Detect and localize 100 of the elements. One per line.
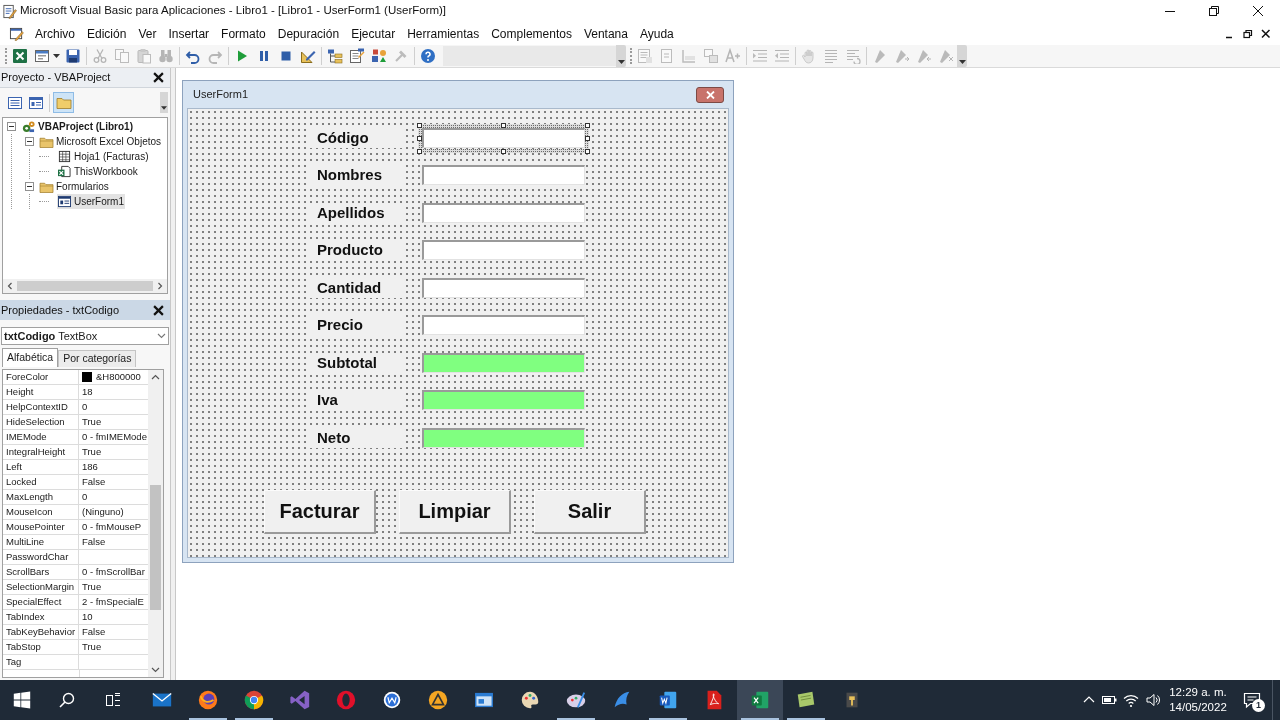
- scrollbar-thumb[interactable]: [150, 485, 161, 610]
- property-value[interactable]: False: [82, 475, 106, 489]
- toolbar-options-button[interactable]: [957, 45, 967, 67]
- command-button[interactable]: Limpiar: [399, 489, 511, 534]
- x-document-icon[interactable]: [749, 689, 771, 711]
- w-circle-icon[interactable]: [381, 689, 403, 711]
- caret-icon[interactable]: [958, 60, 966, 64]
- menu-item[interactable]: Formato: [215, 24, 272, 43]
- text-field[interactable]: [422, 127, 585, 148]
- caret-icon[interactable]: [53, 54, 60, 58]
- close-button[interactable]: [696, 86, 724, 103]
- tree-item[interactable]: Microsoft Excel Objetos: [39, 134, 163, 149]
- help-icon[interactable]: [420, 48, 436, 64]
- restore-icon[interactable]: [1209, 6, 1219, 16]
- toolbar-grip[interactable]: [5, 48, 8, 64]
- property-value[interactable]: &H800000: [96, 370, 141, 384]
- tree-view-icon[interactable]: [327, 48, 343, 64]
- clock-time[interactable]: 12:29 a. m.: [1169, 685, 1227, 700]
- menu-item[interactable]: Ejecutar: [345, 24, 402, 43]
- menu-item[interactable]: Ventana: [577, 24, 634, 43]
- collapse-icon[interactable]: [7, 122, 16, 131]
- menu-item[interactable]: Depuración: [271, 24, 346, 43]
- ruler-pencil-icon[interactable]: [300, 48, 316, 64]
- toolbar-options-button[interactable]: [160, 92, 168, 113]
- close-icon[interactable]: [1253, 6, 1263, 16]
- spreadsheet-icon[interactable]: [12, 48, 28, 64]
- command-button[interactable]: Salir: [534, 489, 646, 534]
- property-value[interactable]: False: [82, 535, 106, 549]
- text-field[interactable]: [422, 165, 585, 186]
- form-edit-icon[interactable]: [9, 26, 24, 41]
- property-value[interactable]: True: [82, 640, 102, 654]
- property-sheet-icon[interactable]: [349, 48, 365, 64]
- vertical-scrollbar[interactable]: [148, 370, 163, 677]
- text-field[interactable]: [422, 202, 585, 223]
- tree-item[interactable]: Hoja1 (Facturas): [57, 149, 150, 164]
- w-document-icon[interactable]: [657, 689, 679, 711]
- start-icon[interactable]: [13, 691, 31, 709]
- property-value[interactable]: 0 - fmScrollBar: [82, 565, 145, 579]
- text-field[interactable]: [422, 390, 585, 411]
- clock-date[interactable]: 14/05/2022: [1169, 700, 1227, 715]
- circle-logo-icon[interactable]: [197, 689, 219, 711]
- caret-icon[interactable]: [617, 60, 625, 64]
- property-value[interactable]: 0: [82, 490, 88, 504]
- ring-icon[interactable]: [335, 689, 357, 711]
- menu-item[interactable]: Archivo: [29, 24, 81, 43]
- property-value[interactable]: True: [82, 415, 102, 429]
- property-value[interactable]: True: [82, 445, 102, 459]
- text-field[interactable]: [422, 277, 585, 298]
- toolbar-options-button[interactable]: [616, 45, 626, 67]
- toolbar-grip[interactable]: [630, 48, 633, 64]
- text-field[interactable]: [422, 315, 585, 336]
- property-value[interactable]: 186: [82, 460, 98, 474]
- property-value[interactable]: 10: [82, 610, 93, 624]
- tab[interactable]: Por categorías: [58, 350, 137, 367]
- property-value[interactable]: 0 - fmIMEMode: [82, 430, 147, 444]
- property-value[interactable]: True: [82, 580, 102, 594]
- menu-item[interactable]: Ver: [132, 24, 163, 43]
- command-button[interactable]: Facturar: [264, 489, 376, 534]
- property-value[interactable]: False: [82, 625, 106, 639]
- menu-item[interactable]: Edición: [81, 24, 133, 43]
- property-value[interactable]: 0: [82, 400, 88, 414]
- palette-icon[interactable]: [519, 689, 541, 711]
- property-value[interactable]: 18: [82, 385, 93, 399]
- form-window-icon[interactable]: [34, 48, 50, 64]
- horizontal-scrollbar[interactable]: [3, 279, 167, 293]
- palette-brush-icon[interactable]: [565, 689, 587, 711]
- menu-item[interactable]: Ayuda: [633, 24, 680, 43]
- tree-item[interactable]: ThisWorkbook: [57, 164, 139, 179]
- shapes-icon[interactable]: [371, 48, 387, 64]
- tab[interactable]: Alfabética: [2, 348, 59, 367]
- scrollbar-thumb[interactable]: [17, 281, 153, 291]
- wifi-icon[interactable]: [1123, 692, 1139, 708]
- tree-item[interactable]: UserForm1: [57, 194, 125, 209]
- property-value[interactable]: 0 - fmMouseP: [82, 520, 142, 534]
- text-field[interactable]: [422, 427, 585, 448]
- undo-icon[interactable]: [185, 48, 201, 64]
- caret-icon[interactable]: [161, 106, 167, 110]
- notification-button[interactable]: 1: [1232, 680, 1272, 720]
- property-value[interactable]: 2 - fmSpecialE: [82, 595, 144, 609]
- text-field[interactable]: [422, 240, 585, 261]
- menu-item[interactable]: Insertar: [162, 24, 216, 43]
- text-field[interactable]: [422, 352, 585, 373]
- menu-item[interactable]: Herramientas: [401, 24, 486, 43]
- task-view-icon[interactable]: [105, 692, 121, 708]
- pinwheel-circle-icon[interactable]: [243, 689, 265, 711]
- tree-item[interactable]: Formularios: [39, 179, 110, 194]
- triangle-logo-icon[interactable]: [427, 689, 449, 711]
- property-value[interactable]: (Ninguno): [82, 505, 124, 519]
- collapse-icon[interactable]: [25, 137, 34, 146]
- object-selector[interactable]: txtCodigo TextBox: [1, 327, 169, 345]
- selection-handles[interactable]: [417, 122, 590, 154]
- ribbon-logo-icon[interactable]: [289, 689, 311, 711]
- save-icon[interactable]: [65, 48, 81, 64]
- chevron-down-icon[interactable]: [157, 333, 166, 339]
- menu-item[interactable]: Complementos: [485, 24, 578, 43]
- collapse-icon[interactable]: [25, 182, 34, 191]
- tree-item[interactable]: VBAProject (Libro1): [21, 119, 134, 134]
- speaker-icon[interactable]: [1145, 692, 1161, 708]
- search-icon[interactable]: [59, 692, 75, 708]
- speech-bubble-icon[interactable]: [1243, 691, 1261, 709]
